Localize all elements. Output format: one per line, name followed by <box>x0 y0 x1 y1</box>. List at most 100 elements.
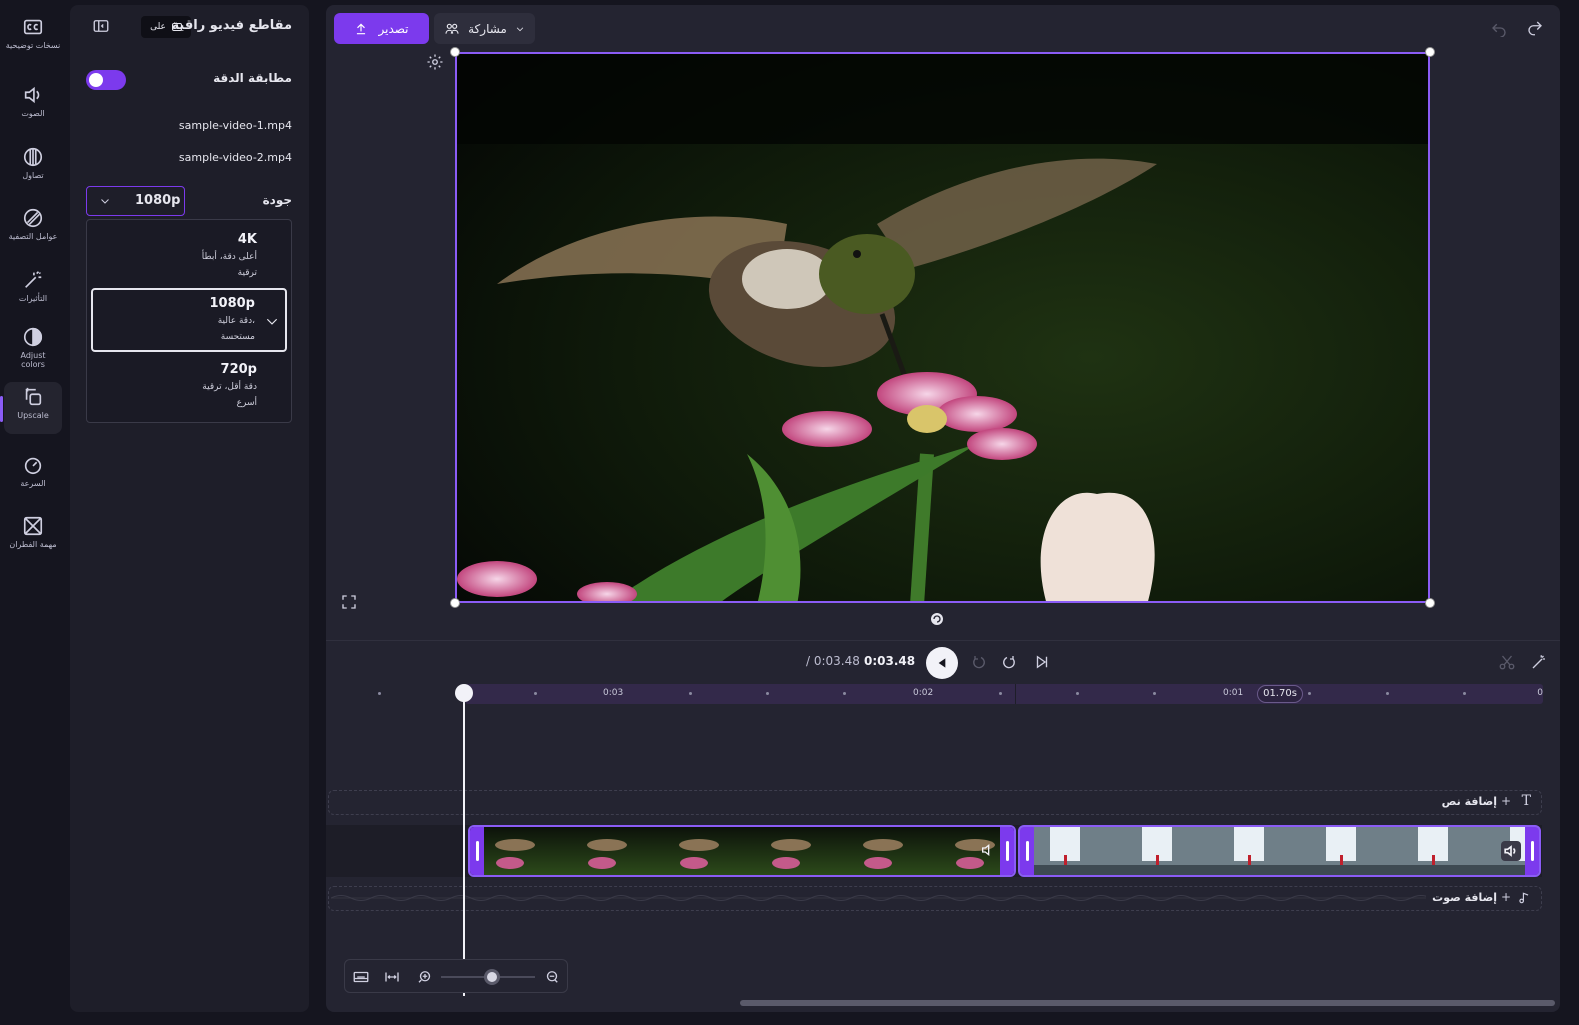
add-text-label: إضافة نص <box>1441 795 1497 808</box>
undo-button[interactable] <box>1490 19 1508 41</box>
expand-timeline-button[interactable] <box>383 968 401 990</box>
rail-label: Upscale <box>17 411 49 420</box>
rail-item-filters[interactable]: عوامل التصفية <box>4 203 62 261</box>
hover-time-marker: 01.70s <box>1257 685 1303 703</box>
video-frame-image <box>457 54 1428 601</box>
rewind-5s-button[interactable] <box>969 653 987 675</box>
option-desc: دقة أقل، ترقية <box>202 382 257 392</box>
zoom-in-icon <box>418 971 431 983</box>
canvas-settings-button[interactable] <box>426 53 444 75</box>
quality-option-720p[interactable]: 720p دقة أقل، ترقية أسرع <box>91 356 287 420</box>
rail-label: التأثيرات <box>18 294 48 303</box>
forward-5s-button[interactable] <box>1001 653 1019 675</box>
fullscreen-button[interactable] <box>340 593 358 615</box>
timeline-horizontal-scrollbar[interactable] <box>740 1000 1555 1006</box>
ruler-tick-label: 0:02 <box>913 688 934 698</box>
upload-icon <box>357 23 366 34</box>
rail-item-transition[interactable]: مهمة الفطران <box>4 511 62 569</box>
rail-item-fade[interactable]: تصاول <box>4 142 62 200</box>
resize-handle[interactable] <box>450 598 460 608</box>
timeline-divider <box>326 640 1560 641</box>
skip-to-end-button[interactable] <box>1033 653 1051 675</box>
gear-icon <box>427 54 443 70</box>
rail-item-speed[interactable]: السرعة <box>4 450 62 508</box>
zoom-slider-thumb[interactable] <box>484 969 500 985</box>
option-desc: أعلى دقة، أبطأ <box>201 252 257 262</box>
export-button[interactable]: تصدير <box>334 13 429 44</box>
rail-item-captions[interactable]: نسخات توضيحية <box>4 12 62 70</box>
quality-dropdown[interactable]: 1080p <box>86 186 185 216</box>
ruler-dot <box>378 692 381 695</box>
option-title: 4K <box>237 232 257 247</box>
clip-trim-handle-right[interactable] <box>1525 827 1539 875</box>
rail-item-audio[interactable]: الصوت <box>4 80 62 138</box>
filters-icon <box>23 208 43 228</box>
resize-handle[interactable] <box>450 47 460 57</box>
rail-label: مهمة الفطران <box>9 540 57 549</box>
checkmark-icon <box>266 318 278 325</box>
add-text-track[interactable]: إضافة نص + T <box>328 790 1542 815</box>
sidebar-collapse-icon <box>93 20 109 32</box>
clip-trim-handle-left[interactable] <box>470 827 484 875</box>
video-clip-hummingbird[interactable] <box>468 825 1016 877</box>
option-desc: ترقية <box>237 268 257 278</box>
resize-handle[interactable] <box>1425 598 1435 608</box>
clip-audio-icon[interactable] <box>980 842 996 858</box>
fit-timeline-button[interactable] <box>352 968 370 990</box>
playhead-line <box>463 693 465 996</box>
plus-icon: + <box>1500 890 1511 904</box>
total-time: / 0:03.48 <box>806 654 860 668</box>
quality-label: جودة <box>262 193 292 207</box>
zoom-out-button[interactable] <box>543 968 561 990</box>
undo-icon <box>1492 23 1506 38</box>
quality-option-4k[interactable]: 4K أعلى دقة، أبطأ ترقية <box>91 226 287 290</box>
text-icon: T <box>1521 793 1531 809</box>
option-desc: أسرع <box>236 398 257 408</box>
clip-audio-icon[interactable] <box>1501 841 1521 861</box>
redo-icon <box>1528 21 1542 36</box>
skip-end-icon <box>1036 655 1048 669</box>
zoom-out-icon <box>546 971 558 983</box>
clip-thumbnails <box>1020 827 1539 875</box>
split-button[interactable] <box>1498 653 1516 675</box>
add-audio-track[interactable]: إضافة صوت + <box>328 886 1542 911</box>
expand-horizontal-icon <box>385 972 399 982</box>
quality-option-1080p[interactable]: 1080p دقة عالية، مستحسة <box>91 288 287 352</box>
playhead-handle[interactable] <box>455 684 473 702</box>
rail-item-adjust-colors[interactable]: Adjust colors <box>4 322 62 380</box>
match-resolution-toggle[interactable] <box>86 70 126 90</box>
video-clip-waterfall[interactable] <box>1018 825 1541 877</box>
play-button[interactable] <box>926 647 958 679</box>
share-label: مشاركة <box>468 21 507 36</box>
upscale-icon <box>25 387 42 406</box>
clip-trim-handle-right[interactable] <box>1000 827 1014 875</box>
rotate-icon <box>931 613 943 625</box>
magic-edit-button[interactable] <box>1530 653 1548 675</box>
option-title: 1080p <box>209 296 256 311</box>
resize-handle[interactable] <box>1425 47 1435 57</box>
clip-trim-handle-left[interactable] <box>1020 827 1034 875</box>
rail-label: عوامل التصفية <box>8 232 58 241</box>
rewind-icon <box>973 656 985 669</box>
plus-icon: + <box>1500 794 1511 808</box>
ruler-tick-label: 0:01 <box>1223 688 1244 698</box>
timeline-ruler[interactable]: 0 0:01 0:02 0:03 <box>465 684 1543 704</box>
quality-value: 1080p <box>135 193 181 208</box>
export-label: تصدير <box>378 21 409 36</box>
option-desc: دقة عالية، <box>217 316 255 326</box>
rail-item-upscale[interactable]: Upscale <box>4 382 62 434</box>
share-button[interactable]: مشاركة <box>434 13 535 44</box>
rail-label: الصوت <box>21 109 45 118</box>
match-resolution-label: مطابقة الدقة <box>213 71 292 85</box>
zoom-in-button[interactable] <box>416 968 434 990</box>
ruler-tick-label: 0 <box>1537 688 1543 698</box>
magic-wand-icon <box>1532 655 1545 669</box>
collapse-panel-button[interactable] <box>92 17 112 37</box>
rail-label: نسخات توضيحية <box>5 41 61 50</box>
video-preview[interactable] <box>455 52 1430 603</box>
rotate-button[interactable] <box>928 610 946 632</box>
rail-item-effects[interactable]: التأثيرات <box>4 265 62 323</box>
chevron-down-icon <box>516 26 524 31</box>
redo-button[interactable] <box>1526 19 1544 41</box>
rail-active-indicator <box>0 396 3 422</box>
